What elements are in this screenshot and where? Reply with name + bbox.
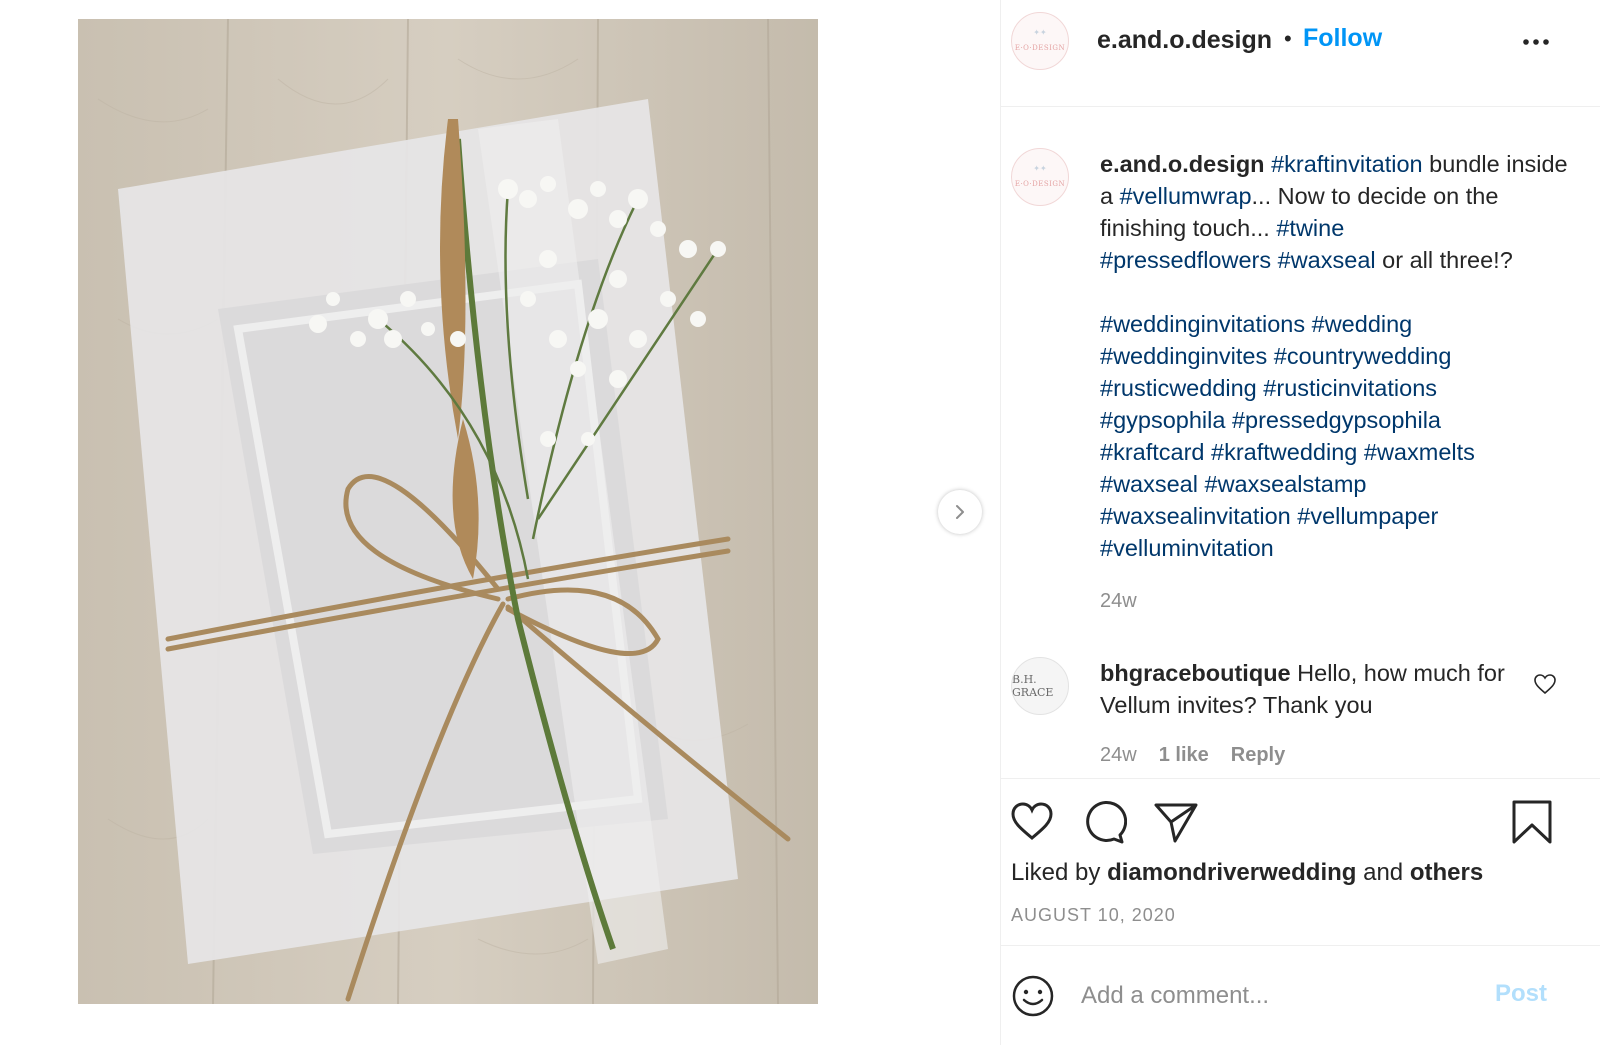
hashtag[interactable]: #waxsealstamp <box>1205 471 1367 497</box>
media-panel <box>0 0 1000 1045</box>
liked-by-prefix: Liked by <box>1011 859 1108 886</box>
post-photo[interactable] <box>78 19 818 1004</box>
hashtag[interactable]: #wedding <box>1312 311 1413 337</box>
hashtag[interactable]: #weddinginvitations <box>1100 311 1305 337</box>
hashtag[interactable]: #gypsophila <box>1100 407 1225 433</box>
comment-body: bhgraceboutique Hello, how much for Vell… <box>1100 657 1520 721</box>
hashtag[interactable]: #pressedgypsophila <box>1232 407 1441 433</box>
brand-mark-icon: ✦✦ <box>1033 163 1047 173</box>
hashtag[interactable]: #waxmelts <box>1364 439 1475 465</box>
hashtag[interactable]: #vellumpaper <box>1297 503 1438 529</box>
hashtag[interactable]: #rusticinvitations <box>1263 375 1437 401</box>
comments-section: ✦✦ E·O·DESIGN e.and.o.design #kraftinvit… <box>1001 108 1600 778</box>
comment-icon[interactable] <box>1081 799 1127 845</box>
comment-input[interactable] <box>1081 976 1481 1016</box>
caption-username[interactable]: e.and.o.design <box>1100 151 1265 177</box>
hashtag[interactable]: #twine <box>1276 215 1344 241</box>
comment-timestamp[interactable]: 24w <box>1100 744 1137 767</box>
liked-by: Liked by diamondriverwedding and others <box>1011 859 1483 887</box>
caption-timestamp[interactable]: 24w <box>1100 590 1137 613</box>
post-header: ✦✦ E·O·DESIGN e.and.o.design • Follow <box>1001 0 1600 107</box>
avatar-text: E·O·DESIGN <box>1014 43 1066 52</box>
caption-avatar[interactable]: ✦✦ E·O·DESIGN <box>1011 148 1069 206</box>
hashtag[interactable]: #kraftinvitation <box>1271 151 1423 177</box>
add-comment-bar: Post <box>1001 945 1600 1045</box>
hashtag[interactable]: #vellumwrap <box>1120 183 1252 209</box>
chevron-right-icon <box>956 505 964 519</box>
next-image-button[interactable] <box>938 490 982 534</box>
post-date[interactable]: AUGUST 10, 2020 <box>1011 905 1176 926</box>
hashtag[interactable]: #waxseal <box>1278 247 1376 273</box>
post-button[interactable]: Post <box>1495 980 1547 1008</box>
bookmark-icon[interactable] <box>1509 799 1555 845</box>
post-actions: Liked by diamondriverwedding and others … <box>1001 778 1600 945</box>
share-icon[interactable] <box>1153 799 1199 845</box>
avatar[interactable]: ✦✦ E·O·DESIGN <box>1011 12 1069 70</box>
post-photo-illustration <box>78 19 818 1004</box>
emoji-icon[interactable] <box>1011 974 1055 1018</box>
liked-by-others[interactable]: others <box>1410 859 1483 886</box>
post-caption: e.and.o.design #kraftinvitation bundle i… <box>1100 148 1570 564</box>
liked-by-middle: and <box>1356 859 1410 886</box>
hashtag[interactable]: #countrywedding <box>1274 343 1452 369</box>
liked-by-user[interactable]: diamondriverwedding <box>1107 859 1356 886</box>
hashtag[interactable]: #waxseal <box>1100 471 1198 497</box>
hashtag[interactable]: #weddinginvites <box>1100 343 1267 369</box>
comment-meta: 24w 1 like Reply <box>1100 744 1285 767</box>
hashtag[interactable]: #velluminvitation <box>1100 535 1274 561</box>
hashtag[interactable]: #kraftwedding <box>1211 439 1357 465</box>
heart-icon[interactable] <box>1009 799 1055 845</box>
comment-avatar-text: B.H. GRACE <box>1012 673 1054 699</box>
heart-icon[interactable] <box>1533 673 1557 695</box>
brand-mark-icon: ✦✦ <box>1033 27 1047 37</box>
hashtag[interactable]: #waxsealinvitation <box>1100 503 1291 529</box>
hashtag[interactable]: #kraftcard <box>1100 439 1205 465</box>
comment-avatar[interactable]: B.H. GRACE <box>1011 657 1069 715</box>
hashtag[interactable]: #rusticwedding <box>1100 375 1257 401</box>
post-username[interactable]: e.and.o.design <box>1097 26 1272 55</box>
hashtag[interactable]: #pressedflowers <box>1100 247 1271 273</box>
separator-dot: • <box>1284 26 1292 51</box>
post-side-panel: ✦✦ E·O·DESIGN e.and.o.design • Follow ✦✦… <box>1000 0 1600 1045</box>
avatar-text: E·O·DESIGN <box>1014 179 1066 188</box>
follow-button[interactable]: Follow <box>1303 24 1382 53</box>
comment-username[interactable]: bhgraceboutique <box>1100 660 1291 686</box>
caption-text: or all three!? <box>1375 247 1513 273</box>
more-icon[interactable] <box>1521 30 1551 50</box>
comment-likes[interactable]: 1 like <box>1159 744 1209 767</box>
reply-button[interactable]: Reply <box>1231 744 1285 767</box>
